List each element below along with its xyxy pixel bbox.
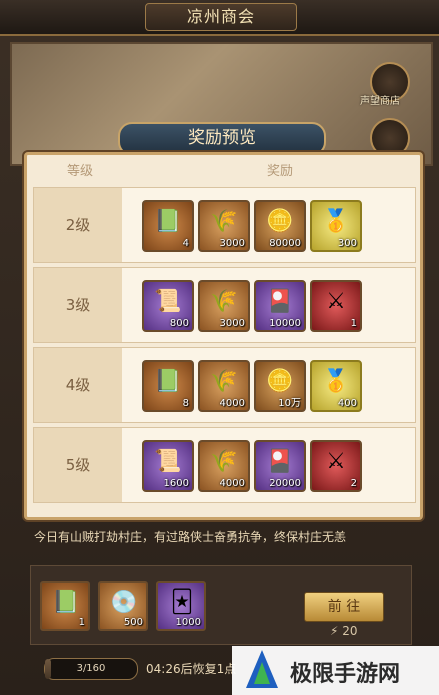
stamina-value: 3/160 <box>76 663 106 674</box>
watermark-logo-icon <box>246 650 278 688</box>
green-book-icon[interactable]: 📗 8 <box>142 360 194 412</box>
wheat-icon[interactable]: 🌾 4000 <box>198 440 250 492</box>
coin-icon[interactable]: 🪙 10万 <box>254 360 306 412</box>
wheat-icon[interactable]: 🌾 4000 <box>198 360 250 412</box>
item-glyph: 🌾 <box>210 289 238 314</box>
item-quantity: 20000 <box>269 478 301 489</box>
reward-row: 5级 📜 1600 🌾 4000 🎴 20000 ⚔ 2 <box>33 427 416 503</box>
stamina-bar: 3/160 <box>44 658 138 680</box>
level-label: 4级 <box>34 348 122 422</box>
reward-row: 3级 📜 800 🌾 3000 🎴 10000 ⚔ 1 <box>33 267 416 343</box>
gold-ingot-icon[interactable]: 🥇 400 <box>310 360 362 412</box>
wheat-icon[interactable]: 🌾 3000 <box>198 280 250 332</box>
go-button[interactable]: 前 往 <box>304 592 384 622</box>
item-glyph: 📜 <box>154 449 182 474</box>
watermark-text: 极限手游网 <box>290 662 401 687</box>
item-quantity: 500 <box>123 617 143 628</box>
item-glyph: ⚔ <box>326 289 346 314</box>
event-description: 今日有山贼打劫村庄，有过路侠士奋勇抗争，终保村庄无恙 <box>34 530 347 544</box>
wheat-icon[interactable]: 🌾 3000 <box>198 200 250 252</box>
item-quantity: 1 <box>350 318 357 329</box>
item-glyph: 🎴 <box>266 449 294 474</box>
reward-preview-title: 奖励预览 <box>118 122 326 156</box>
item-quantity: 1000 <box>175 617 201 628</box>
cost-label: ⚡ 20 <box>330 624 358 638</box>
reward-row: 4级 📗 8 🌾 4000 🪙 10万 🥇 400 <box>33 347 416 423</box>
cost-value: 20 <box>342 624 358 638</box>
item-quantity: 3000 <box>219 318 245 329</box>
lightning-icon: ⚡ <box>330 624 339 638</box>
item-glyph: 📜 <box>154 289 182 314</box>
item-quantity: 2 <box>350 478 357 489</box>
watermark: 极限手游网 <box>232 646 439 695</box>
item-glyph: 📗 <box>154 369 182 394</box>
scroll-icon[interactable]: 📜 1600 <box>142 440 194 492</box>
item-glyph: 🥇 <box>322 209 350 234</box>
scroll-icon[interactable]: 📜 800 <box>142 280 194 332</box>
item-quantity: 3000 <box>219 238 245 249</box>
item-quantity: 400 <box>337 398 357 409</box>
item-quantity: 300 <box>337 238 357 249</box>
green-book-icon[interactable]: 📗 4 <box>142 200 194 252</box>
item-glyph: 🌾 <box>210 209 238 234</box>
jade-disc-icon[interactable]: 💿 500 <box>98 581 148 631</box>
level-label: 3级 <box>34 268 122 342</box>
reputation-shop-label: 声望商店 <box>360 96 400 107</box>
item-glyph: 🌾 <box>210 449 238 474</box>
item-glyph: 🥇 <box>322 369 350 394</box>
item-glyph: 🪙 <box>266 209 294 234</box>
reward-preview-panel: 等级 奖励 2级 📗 4 🌾 3000 🪙 80000 🥇 300 3级 📜 800 🌾 3000 🎴 100… <box>24 152 423 520</box>
level-label: 2级 <box>34 188 122 262</box>
item-quantity: 1600 <box>163 478 189 489</box>
jade-token-icon[interactable]: 🎴 10000 <box>254 280 306 332</box>
item-quantity: 4000 <box>219 478 245 489</box>
item-glyph: 🎴 <box>266 289 294 314</box>
gold-ingot-icon[interactable]: 🥇 300 <box>310 200 362 252</box>
item-quantity: 80000 <box>269 238 301 249</box>
item-quantity: 4000 <box>219 398 245 409</box>
item-quantity: 800 <box>169 318 189 329</box>
item-quantity: 1 <box>78 617 85 628</box>
war-token-icon[interactable]: ⚔ 2 <box>310 440 362 492</box>
item-quantity: 8 <box>182 398 189 409</box>
restore-timer: 04:26后恢复1点 <box>146 662 237 676</box>
coin-icon[interactable]: 🪙 80000 <box>254 200 306 252</box>
item-glyph: 📗 <box>154 209 182 234</box>
jade-token-icon[interactable]: 🎴 20000 <box>254 440 306 492</box>
green-book-icon[interactable]: 📗 1 <box>40 581 90 631</box>
column-level-header: 等级 <box>67 164 94 179</box>
column-reward-header: 奖励 <box>267 164 294 179</box>
item-glyph: 🌾 <box>210 369 238 394</box>
item-quantity: 10万 <box>278 398 301 409</box>
item-quantity: 10000 <box>269 318 301 329</box>
level-label: 5级 <box>34 428 122 502</box>
war-token-icon[interactable]: ⚔ 1 <box>310 280 362 332</box>
reward-row: 2级 📗 4 🌾 3000 🪙 80000 🥇 300 <box>33 187 416 263</box>
window-title: 凉州商会 <box>145 3 297 31</box>
item-glyph: ⚔ <box>326 449 346 474</box>
top-bar: 凉州商会 <box>0 0 439 36</box>
blue-card-icon[interactable]: 🃏 1000 <box>156 581 206 631</box>
item-quantity: 4 <box>182 238 189 249</box>
